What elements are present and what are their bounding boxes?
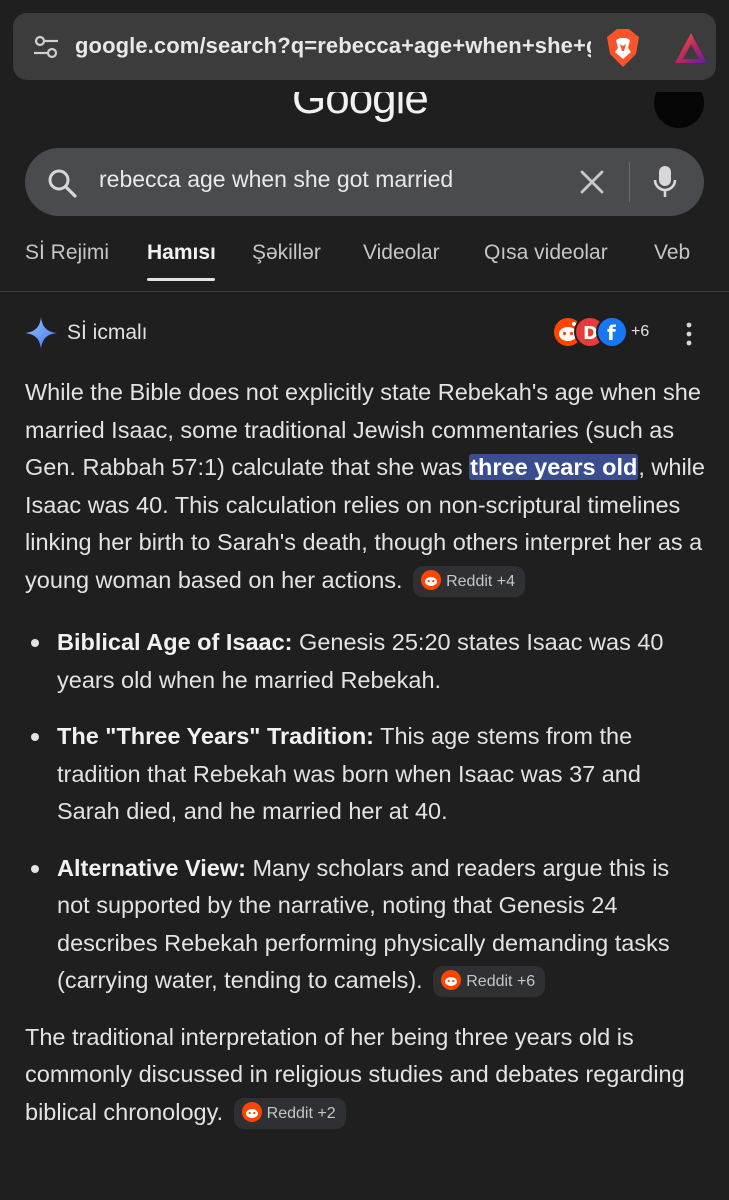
source-icons[interactable]: D f bbox=[552, 316, 630, 350]
ai-overview-title: Sİ icmalı bbox=[67, 321, 148, 344]
reddit-icon bbox=[441, 970, 462, 990]
sparkle-icon bbox=[25, 317, 57, 349]
search-tabs: Sİ Rejimi Hamısı Şəkillər Videolar Qısa … bbox=[0, 226, 729, 292]
site-settings-icon[interactable] bbox=[33, 35, 59, 59]
bullet-list: Biblical Age of Isaac: Genesis 25:20 sta… bbox=[25, 624, 705, 1000]
search-divider bbox=[629, 162, 630, 202]
tab-ai-mode[interactable]: Sİ Rejimi bbox=[25, 241, 109, 265]
url-text[interactable]: google.com/search?q=rebecca+age+when+she… bbox=[75, 33, 591, 63]
tab-all[interactable]: Hamısı bbox=[147, 241, 216, 265]
source-chip[interactable]: Reddit +6 bbox=[433, 966, 546, 997]
tab-web[interactable]: Veb bbox=[654, 241, 690, 265]
source-chip[interactable]: Reddit +2 bbox=[233, 1097, 346, 1129]
google-logo[interactable]: Google bbox=[292, 92, 429, 124]
ai-overview-body: While the Bible does not explicitly stat… bbox=[25, 374, 705, 1131]
list-item: The "Three Years" Tradition: This age st… bbox=[25, 718, 705, 831]
logo-row: Google bbox=[0, 92, 729, 132]
reddit-icon bbox=[241, 1101, 262, 1122]
search-box[interactable]: rebecca age when she got married bbox=[25, 148, 704, 216]
tab-images[interactable]: Şəkillər bbox=[252, 241, 321, 265]
address-bar[interactable]: google.com/search?q=rebecca+age+when+she… bbox=[13, 13, 716, 80]
more-options-icon[interactable] bbox=[684, 322, 694, 346]
brave-shields-icon[interactable] bbox=[605, 28, 641, 68]
source-chip[interactable]: Reddit +4 bbox=[413, 565, 526, 597]
search-icon bbox=[48, 169, 77, 198]
more-sources-count[interactable]: +6 bbox=[631, 323, 649, 341]
ai-overview-header: Sİ icmalı D f +6 bbox=[0, 306, 729, 362]
closing-paragraph: The traditional interpretation of her be… bbox=[25, 1019, 705, 1132]
source-chip-label: Reddit +2 bbox=[266, 1104, 336, 1122]
brave-rewards-icon[interactable] bbox=[673, 31, 709, 65]
list-item: Biblical Age of Isaac: Genesis 25:20 sta… bbox=[25, 624, 705, 699]
close-icon[interactable] bbox=[578, 168, 606, 196]
active-tab-indicator bbox=[147, 278, 215, 281]
closing-text: The traditional interpretation of her be… bbox=[25, 1023, 685, 1125]
bullet-dot bbox=[31, 864, 39, 873]
search-input[interactable]: rebecca age when she got married bbox=[99, 166, 559, 198]
bullet-title: Alternative View: bbox=[57, 854, 246, 881]
source-chip-label: Reddit +6 bbox=[466, 973, 536, 990]
bullet-title: Biblical Age of Isaac: bbox=[57, 629, 293, 655]
list-item: Alternative View: Many scholars and read… bbox=[25, 850, 705, 1000]
reddit-icon bbox=[421, 569, 442, 590]
source-chip-label: Reddit +4 bbox=[446, 572, 516, 590]
account-avatar[interactable] bbox=[654, 92, 704, 128]
svg-text:f: f bbox=[607, 321, 616, 345]
tab-short-videos[interactable]: Qısa videolar bbox=[484, 241, 608, 265]
browser-toolbar: google.com/search?q=rebecca+age+when+she… bbox=[0, 0, 729, 92]
facebook-source-icon: f bbox=[596, 316, 628, 348]
tab-videos[interactable]: Videolar bbox=[363, 241, 440, 265]
intro-paragraph: While the Bible does not explicitly stat… bbox=[25, 374, 705, 599]
highlighted-answer: three years old bbox=[469, 454, 639, 480]
bullet-title: The "Three Years" Tradition: bbox=[57, 723, 374, 749]
bullet-dot bbox=[31, 639, 39, 647]
microphone-icon[interactable] bbox=[653, 165, 677, 199]
bullet-dot bbox=[31, 733, 39, 741]
